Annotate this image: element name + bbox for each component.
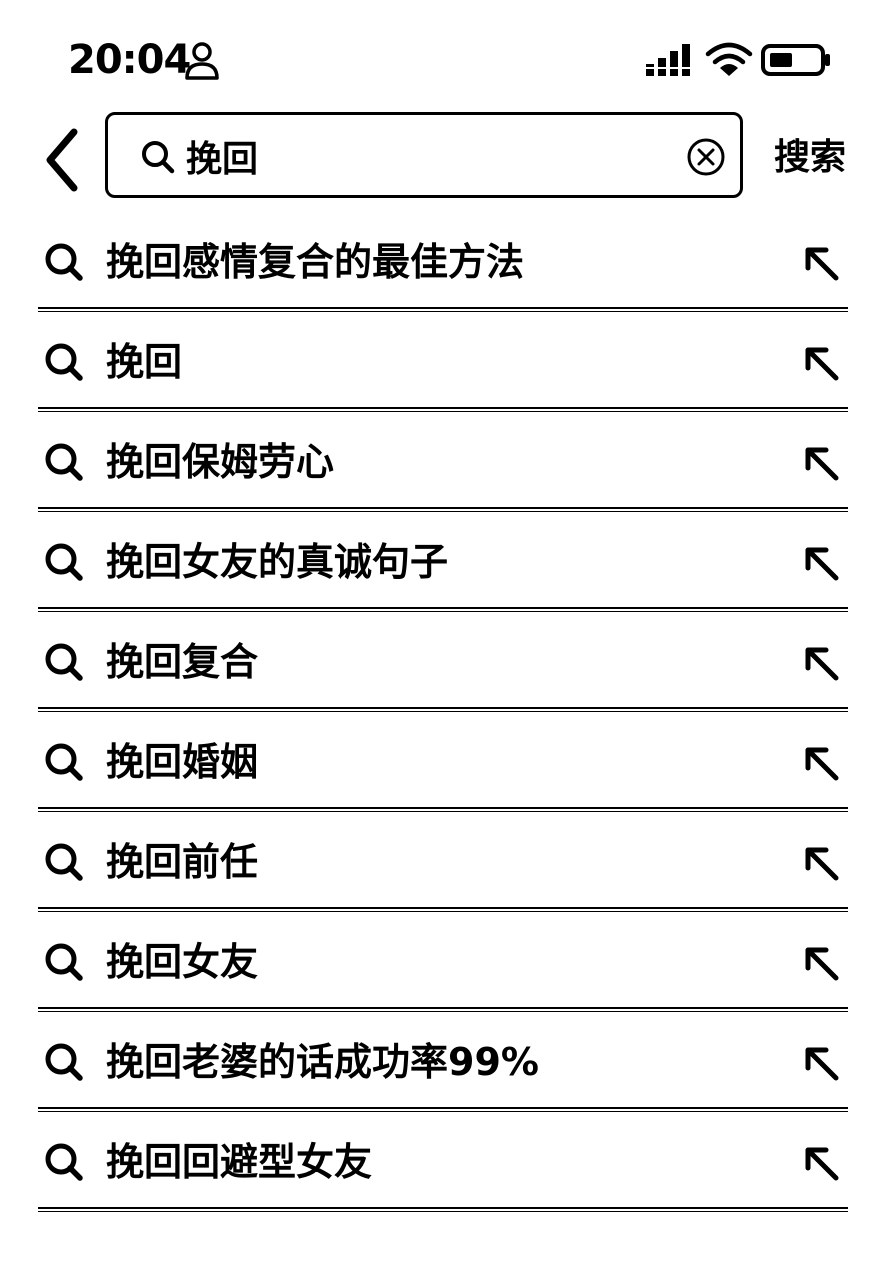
arrow-up-left-icon[interactable] xyxy=(800,342,842,384)
arrow-up-left-icon[interactable] xyxy=(800,642,842,684)
suggestion-text: 挽回保姆劳心 xyxy=(106,440,335,484)
suggestion-text: 挽回婚姻 xyxy=(106,740,259,784)
suggestion-item[interactable]: 挽回 xyxy=(0,312,886,412)
search-icon xyxy=(45,843,83,881)
arrow-up-left-icon[interactable] xyxy=(800,242,842,284)
suggestion-text: 挽回感情复合的最佳方法 xyxy=(106,240,525,284)
status-time: 20:04 xyxy=(68,37,191,83)
arrow-up-left-icon[interactable] xyxy=(800,442,842,484)
back-button[interactable] xyxy=(36,124,92,196)
suggestion-item[interactable]: 挽回老婆的话成功率99% xyxy=(0,1012,886,1112)
suggestion-text: 挽回复合 xyxy=(106,640,259,684)
wifi-icon xyxy=(705,42,753,76)
suggestion-item[interactable]: 挽回女友的真诚句子 xyxy=(0,512,886,612)
suggestion-item[interactable]: 挽回感情复合的最佳方法 xyxy=(0,212,886,312)
search-icon xyxy=(45,743,83,781)
search-icon xyxy=(45,543,83,581)
chevron-left-icon xyxy=(46,128,78,192)
clear-search-button[interactable] xyxy=(686,137,726,177)
suggestion-text: 挽回女友的真诚句子 xyxy=(106,540,449,584)
signal-icon xyxy=(646,44,690,76)
person-icon xyxy=(185,42,219,80)
search-icon xyxy=(45,443,83,481)
search-icon xyxy=(45,243,83,281)
arrow-up-left-icon[interactable] xyxy=(800,1042,842,1084)
search-icon xyxy=(45,643,83,681)
suggestion-list: 挽回感情复合的最佳方法 挽回 挽回保姆劳心 挽回女友的真诚句子 挽回复合 挽回婚… xyxy=(0,212,886,1212)
search-input[interactable] xyxy=(186,129,666,183)
suggestion-item[interactable]: 挽回保姆劳心 xyxy=(0,412,886,512)
suggestion-item[interactable]: 挽回回避型女友 xyxy=(0,1112,886,1212)
suggestion-text: 挽回前任 xyxy=(106,840,259,884)
suggestion-text: 挽回回避型女友 xyxy=(106,1140,373,1184)
search-icon xyxy=(45,943,83,981)
search-icon xyxy=(45,343,83,381)
suggestion-item[interactable]: 挽回婚姻 xyxy=(0,712,886,812)
suggestion-text: 挽回老婆的话成功率99% xyxy=(106,1040,539,1084)
status-bar: 20:04 xyxy=(0,0,886,110)
suggestion-text: 挽回 xyxy=(106,340,183,384)
battery-icon xyxy=(761,44,830,76)
search-icon xyxy=(45,1043,83,1081)
clear-circle-icon xyxy=(687,138,725,176)
suggestion-text: 挽回女友 xyxy=(106,940,259,984)
suggestion-item[interactable]: 挽回复合 xyxy=(0,612,886,712)
arrow-up-left-icon[interactable] xyxy=(800,942,842,984)
search-submit-button[interactable]: 搜索 xyxy=(774,130,858,186)
arrow-up-left-icon[interactable] xyxy=(800,542,842,584)
search-icon xyxy=(142,141,175,174)
arrow-up-left-icon[interactable] xyxy=(800,742,842,784)
search-icon xyxy=(45,1143,83,1181)
arrow-up-left-icon[interactable] xyxy=(800,1142,842,1184)
suggestion-item[interactable]: 挽回女友 xyxy=(0,912,886,1012)
suggestion-item[interactable]: 挽回前任 xyxy=(0,812,886,912)
arrow-up-left-icon[interactable] xyxy=(800,842,842,884)
divider xyxy=(38,1207,848,1212)
search-box[interactable] xyxy=(105,112,743,198)
